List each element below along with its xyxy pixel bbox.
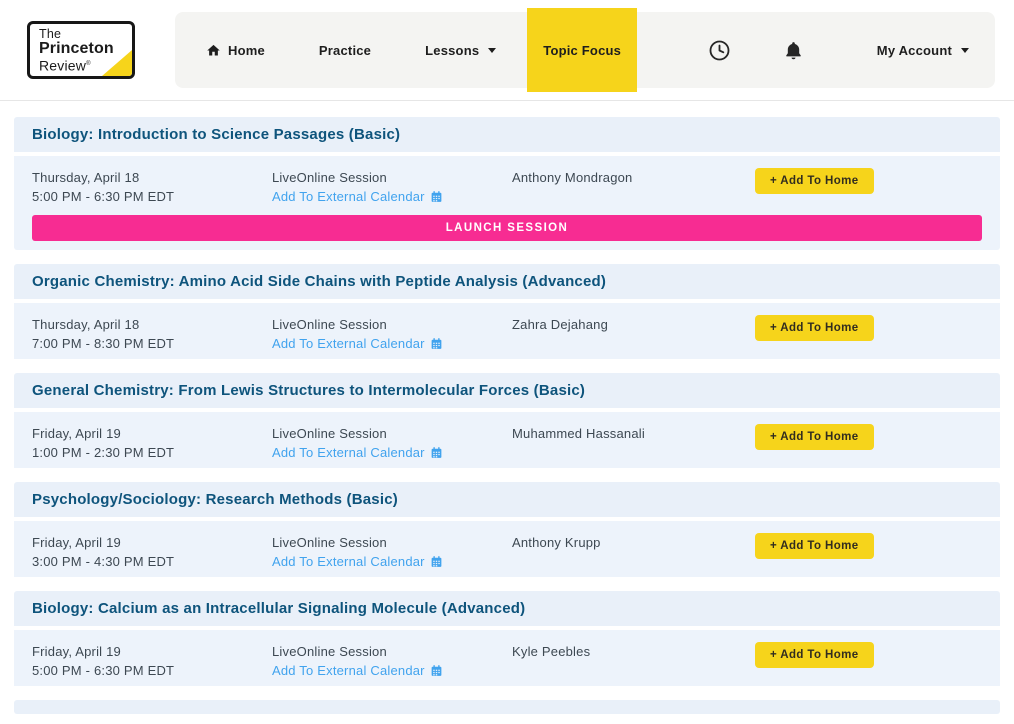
add-to-home-button[interactable]: + Add To Home [755,315,874,341]
session-card: General Chemistry: From Lewis Structures… [14,373,1000,468]
session-type: LiveOnline Session [272,533,512,552]
home-icon [206,43,221,58]
nav-item-practice[interactable]: Practice [292,43,398,58]
session-cards-container: Biology: Introduction to Science Passage… [14,117,1000,686]
add-to-external-calendar-label: Add To External Calendar [272,334,425,353]
calendar-icon [430,337,443,350]
session-details: Thursday, April 18 5:00 PM - 6:30 PM EDT… [14,156,1000,212]
chevron-down-icon [961,48,969,53]
add-to-home-button[interactable]: + Add To Home [755,533,874,559]
partial-card-title-strip [14,700,1000,714]
my-account-label: My Account [877,43,952,58]
nav-item-home-label: Home [228,43,265,58]
add-to-external-calendar-link[interactable]: Add To External Calendar [272,661,443,680]
session-type: LiveOnline Session [272,642,512,661]
session-instructor: Kyle Peebles [512,642,755,680]
session-delivery: LiveOnline Session Add To External Calen… [272,168,512,206]
add-to-external-calendar-label: Add To External Calendar [272,661,425,680]
session-instructor: Zahra Dejahang [512,315,755,353]
session-datetime: Thursday, April 18 7:00 PM - 8:30 PM EDT [32,315,272,353]
session-card: Biology: Calcium as an Intracellular Sig… [14,591,1000,686]
session-delivery: LiveOnline Session Add To External Calen… [272,533,512,571]
add-to-external-calendar-link[interactable]: Add To External Calendar [272,552,443,571]
nav-item-practice-label: Practice [319,43,371,58]
notifications-button[interactable] [777,34,810,67]
add-to-home-button[interactable]: + Add To Home [755,168,874,194]
calendar-icon [430,446,443,459]
session-title: General Chemistry: From Lewis Structures… [14,373,1000,408]
session-delivery: LiveOnline Session Add To External Calen… [272,642,512,680]
session-time: 1:00 PM - 2:30 PM EDT [32,443,272,462]
session-card: Organic Chemistry: Amino Acid Side Chain… [14,264,1000,359]
history-button[interactable] [702,33,737,68]
session-date: Thursday, April 18 [32,315,272,334]
calendar-icon [430,190,443,203]
add-to-external-calendar-link[interactable]: Add To External Calendar [272,443,443,462]
session-date: Friday, April 19 [32,424,272,443]
logo-yellow-triangle [102,50,132,76]
session-instructor: Anthony Krupp [512,533,755,571]
my-account-menu[interactable]: My Account [850,43,991,58]
nav-item-lessons[interactable]: Lessons [398,43,523,58]
nav-item-topic-focus[interactable]: Topic Focus [527,8,637,92]
add-to-home-button[interactable]: + Add To Home [755,424,874,450]
session-title: Biology: Introduction to Science Passage… [14,117,1000,152]
main-nav: Home Practice Lessons Topic Focus [175,12,995,88]
chevron-down-icon [488,48,496,53]
nav-item-topic-focus-label: Topic Focus [543,43,621,58]
bell-icon [783,40,804,61]
session-details: Thursday, April 18 7:00 PM - 8:30 PM EDT… [14,303,1000,359]
session-title: Organic Chemistry: Amino Acid Side Chain… [14,264,1000,299]
add-to-external-calendar-label: Add To External Calendar [272,443,425,462]
session-list: Biology: Introduction to Science Passage… [0,101,1014,714]
launch-session-button[interactable]: LAUNCH SESSION [32,215,982,241]
session-datetime: Friday, April 19 1:00 PM - 2:30 PM EDT [32,424,272,462]
session-details: Friday, April 19 1:00 PM - 2:30 PM EDT L… [14,412,1000,468]
session-datetime: Friday, April 19 3:00 PM - 4:30 PM EDT [32,533,272,571]
session-time: 5:00 PM - 6:30 PM EDT [32,187,272,206]
session-title: Biology: Calcium as an Intracellular Sig… [14,591,1000,626]
session-datetime: Friday, April 19 5:00 PM - 6:30 PM EDT [32,642,272,680]
session-card: Psychology/Sociology: Research Methods (… [14,482,1000,577]
session-date: Friday, April 19 [32,642,272,661]
session-type: LiveOnline Session [272,168,512,187]
clock-icon [708,39,731,62]
add-to-home-button[interactable]: + Add To Home [755,642,874,668]
session-datetime: Thursday, April 18 5:00 PM - 6:30 PM EDT [32,168,272,206]
nav-item-home[interactable]: Home [179,43,292,58]
calendar-icon [430,555,443,568]
session-type: LiveOnline Session [272,315,512,334]
session-details: Friday, April 19 5:00 PM - 6:30 PM EDT L… [14,630,1000,686]
add-to-external-calendar-link[interactable]: Add To External Calendar [272,187,443,206]
add-to-external-calendar-label: Add To External Calendar [272,187,425,206]
session-time: 3:00 PM - 4:30 PM EDT [32,552,272,571]
session-details: Friday, April 19 3:00 PM - 4:30 PM EDT L… [14,521,1000,577]
calendar-icon [430,664,443,677]
registered-mark: ® [86,61,91,67]
add-to-external-calendar-link[interactable]: Add To External Calendar [272,334,443,353]
session-title: Psychology/Sociology: Research Methods (… [14,482,1000,517]
session-time: 7:00 PM - 8:30 PM EDT [32,334,272,353]
session-card: Biology: Introduction to Science Passage… [14,117,1000,250]
session-instructor: Muhammed Hassanali [512,424,755,462]
app-header: The Princeton Review® Home Practice Less… [0,0,1014,101]
session-delivery: LiveOnline Session Add To External Calen… [272,315,512,353]
princeton-review-logo[interactable]: The Princeton Review® [27,21,135,79]
session-type: LiveOnline Session [272,424,512,443]
add-to-external-calendar-label: Add To External Calendar [272,552,425,571]
session-instructor: Anthony Mondragon [512,168,755,206]
nav-item-lessons-label: Lessons [425,43,479,58]
launch-row: LAUNCH SESSION [14,212,1000,250]
next-session-card-partial [14,700,1000,714]
session-delivery: LiveOnline Session Add To External Calen… [272,424,512,462]
session-time: 5:00 PM - 6:30 PM EDT [32,661,272,680]
session-date: Friday, April 19 [32,533,272,552]
session-date: Thursday, April 18 [32,168,272,187]
